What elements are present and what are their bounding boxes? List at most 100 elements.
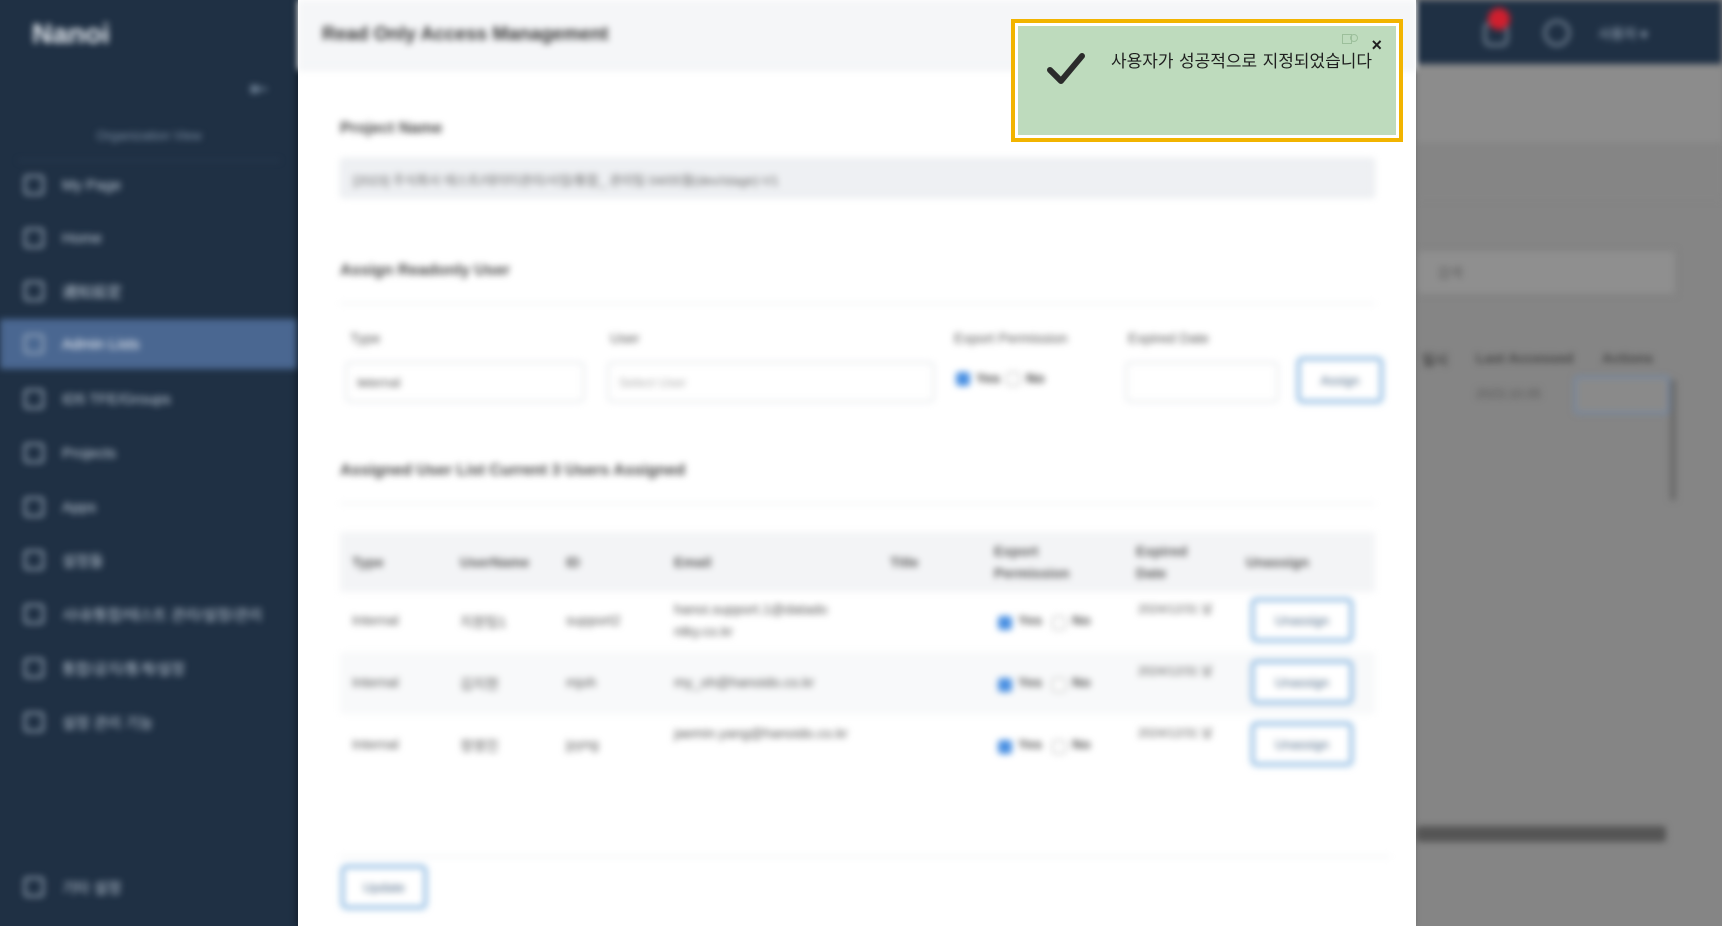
list-icon (24, 334, 44, 354)
sidebar-item-groups[interactable]: ID5 TFE/Groups (0, 374, 298, 424)
cell-expired: 2024/12/31 날 (1138, 726, 1213, 740)
sidebar-item-projects[interactable]: Projects (0, 428, 298, 478)
section-divider (340, 303, 1375, 304)
export-yes-checkbox[interactable] (998, 678, 1012, 692)
export-no-checkbox[interactable] (1052, 616, 1066, 630)
org-view-label: Organization View (96, 128, 202, 143)
sidebar-item-label: ID5 TFE/Groups (62, 390, 171, 408)
project-name-field: [2023] 주식회사 테스트/데이터관리/사업/통합_ 관리팀 04/05월(… (340, 158, 1375, 198)
project-name-value: [2023] 주식회사 테스트/데이터관리/사업/통합_ 관리팀 04/05월(… (353, 173, 779, 188)
bell-icon (24, 281, 44, 301)
sidebar-item-label: My Page (62, 176, 122, 194)
sidebar-item-label: 사내/통합/테스트 관리/설정/관리 (62, 606, 263, 624)
sidebar-item-label: Admin Lists (62, 335, 140, 353)
export-yes-label: Yes (1018, 674, 1043, 690)
export-no-label: No (1072, 674, 1091, 690)
sidebar-item-label: 통합/공지/통계/설정 (62, 660, 185, 678)
search-card[interactable]: 검색 (1416, 250, 1676, 295)
table-header: 일시 Last Accessed Actions (1416, 340, 1676, 376)
sidebar-item-label: 설정들 (62, 552, 104, 570)
sidebar-item-label: 기타 설정 (62, 879, 122, 897)
export-yes-checkbox[interactable] (998, 616, 1012, 630)
type-select[interactable]: Internal ⌄ (346, 362, 584, 402)
background-page: 사용자 ▾ 검색 일시 Last Accessed Actions 2023.1… (1416, 0, 1722, 926)
assigned-list-title: Assigned User List Current 3 Users Assig… (340, 462, 686, 479)
export-yes-checkbox[interactable] (998, 740, 1012, 754)
cell-id: jyyng (566, 736, 599, 752)
group-icon (24, 389, 44, 409)
cell-type: Internal (352, 674, 399, 690)
export-yes-label: Yes (976, 370, 1001, 386)
success-toast: 사용자가 성공적으로 지정되었습니다 × (1011, 19, 1403, 142)
sidebar-item-statistics[interactable]: 통합/공지/통계/설정 (0, 643, 298, 693)
sidebar-item-label: 설정 관리 기능 (62, 714, 154, 732)
update-button[interactable]: Update (342, 866, 426, 908)
column-header: Expired Date (1136, 543, 1188, 581)
vertical-scrollbar[interactable] (1670, 380, 1676, 500)
export-yes-label: Yes (1018, 736, 1043, 752)
collapse-sidebar-icon[interactable]: ⇤ (250, 76, 274, 101)
export-permission-label: Export Permission (954, 330, 1068, 346)
clipboard-icon (24, 604, 44, 624)
chart-icon (24, 658, 44, 678)
close-icon[interactable]: × (1371, 36, 1382, 54)
cell-email: jaemin.yang@hanoido.co.kr (674, 725, 848, 741)
column-header: Email (674, 554, 712, 570)
table-cell: 2023.10.05 (1476, 386, 1542, 401)
user-icon (24, 175, 44, 195)
folder-icon (24, 443, 44, 463)
cell-email: my_oh@hanoido.co.kr (674, 674, 815, 690)
sidebar-item-test-management[interactable]: 사내/통합/테스트 관리/설정/관리 (0, 589, 298, 639)
column-header: Type (352, 554, 384, 570)
cell-expired: 2024/12/31 날 (1138, 602, 1213, 616)
pin-icon (1350, 34, 1358, 42)
sidebar-item-notifications[interactable]: 通知設定 (0, 266, 298, 316)
section-divider (340, 503, 1375, 504)
export-no-checkbox[interactable] (1052, 678, 1066, 692)
document-icon (24, 712, 44, 732)
export-no-checkbox[interactable] (1006, 372, 1020, 386)
expired-date-input[interactable] (1126, 362, 1278, 402)
cell-username: 지원팀1 (460, 614, 507, 630)
export-yes-checkbox[interactable] (956, 372, 970, 386)
sidebar-item-apps[interactable]: Apps (0, 482, 298, 532)
column-header: ID (566, 554, 580, 570)
unassign-button[interactable]: Unassign (1252, 661, 1352, 703)
sidebar-item-home[interactable]: Home (0, 213, 298, 263)
row-action-button[interactable] (1574, 376, 1670, 414)
sidebar-item-label: Apps (62, 498, 97, 516)
gear-icon (24, 877, 44, 897)
unassign-button[interactable]: Unassign (1252, 599, 1352, 641)
page-toolbar (1416, 144, 1722, 200)
sidebar-item-label: Home (62, 229, 103, 247)
sidebar-item-feature-settings[interactable]: 설정 관리 기능 (0, 697, 298, 747)
help-icon[interactable] (1544, 20, 1570, 46)
toast-body: 사용자가 성공적으로 지정되었습니다 × (1018, 26, 1396, 135)
table-row: Internal 정영진 jyyng jaemin.yang@hanoido.c… (340, 714, 1375, 776)
cell-id: support2 (566, 612, 621, 628)
cell-id: mjoh (566, 674, 597, 690)
user-label: User (610, 330, 640, 346)
assign-section-title: Assign Readonly User (340, 262, 510, 279)
table-row: Internal 지원팀1 support2 hanoi.support.1@d… (340, 590, 1375, 652)
sidebar-item-admin-lists[interactable]: Admin Lists (0, 319, 298, 369)
assigned-table-header: Type UserName ID Email Title Export Perm… (340, 532, 1375, 592)
assign-button[interactable]: Assign (1298, 358, 1382, 402)
page-header (1416, 64, 1722, 144)
chevron-down-icon: ⌄ (357, 373, 369, 389)
sidebar-item-settings[interactable]: 설정들 (0, 535, 298, 585)
sidebar-item-my-page[interactable]: My Page (0, 160, 298, 210)
horizontal-scrollbar[interactable] (1416, 826, 1666, 842)
sidebar-item-label: 通知設定 (62, 283, 123, 301)
cell-expired: 2024/12/31 날 (1138, 664, 1213, 678)
unassign-button[interactable]: Unassign (1252, 723, 1352, 765)
export-no-checkbox[interactable] (1052, 740, 1066, 754)
cell-email: hanoi.support.1@datado ntky.co.kr (674, 601, 828, 639)
column-header: Title (890, 554, 919, 570)
checkmark-icon (1047, 53, 1085, 84)
toast-message: 사용자가 성공적으로 지정되었습니다 (1111, 52, 1373, 72)
user-select[interactable]: Select User (608, 362, 934, 402)
sidebar-item-other-settings[interactable]: 기타 설정 (0, 862, 298, 912)
export-yes-label: Yes (1018, 612, 1043, 628)
user-menu[interactable]: 사용자 ▾ (1598, 24, 1648, 44)
